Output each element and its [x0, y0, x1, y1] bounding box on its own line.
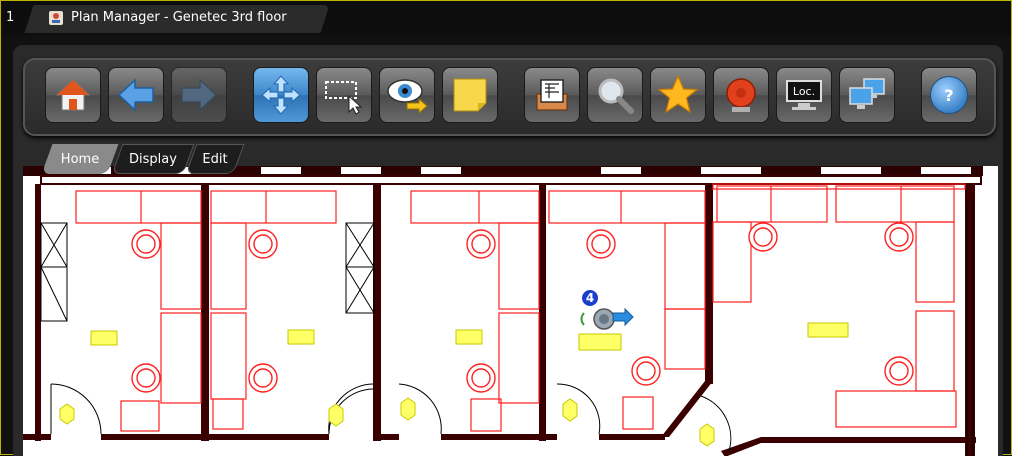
- ribbon-tabs: Home Display Edit: [41, 144, 275, 174]
- layers-button[interactable]: [524, 67, 580, 123]
- tab-display-label: Display: [129, 151, 177, 167]
- monitor-icon: Loc.: [784, 78, 824, 112]
- help-button[interactable]: ?: [921, 67, 977, 123]
- computers-icon: [849, 78, 885, 109]
- back-button[interactable]: [108, 67, 164, 123]
- tab-home-label: Home: [60, 151, 100, 167]
- tab-home[interactable]: Home: [41, 144, 119, 174]
- tab-number: 1: [6, 10, 15, 25]
- forward-button[interactable]: [171, 67, 227, 123]
- home-button[interactable]: [45, 67, 101, 123]
- tab-display[interactable]: Display: [111, 144, 195, 174]
- home-icon: [55, 79, 91, 111]
- magnifier-icon: [598, 78, 634, 114]
- alarm-button[interactable]: [713, 67, 769, 123]
- camera-badge[interactable]: 4: [582, 290, 598, 306]
- help-icon: ?: [930, 76, 968, 114]
- layers-icon: [536, 79, 568, 111]
- arrow-right-icon: [181, 78, 218, 112]
- tab-bar: 1 Plan Manager - Genetec 3rd floor: [1, 1, 1011, 35]
- selection-icon: [325, 81, 363, 115]
- note-button[interactable]: [442, 67, 498, 123]
- tab-edit-label: Edit: [202, 151, 228, 167]
- sticky-note-icon: [453, 78, 487, 112]
- plan-manager-icon: [49, 11, 63, 25]
- arrow-left-icon: [117, 78, 154, 112]
- location-button[interactable]: Loc.: [776, 67, 832, 123]
- camera-device-icon: [580, 307, 634, 330]
- search-button[interactable]: [587, 67, 643, 123]
- favorites-button[interactable]: [650, 67, 706, 123]
- network-button[interactable]: [839, 67, 895, 123]
- view-button[interactable]: [379, 67, 435, 123]
- star-icon: [657, 74, 699, 114]
- plan-manager-window: 1 Plan Manager - Genetec 3rd floor Loc. …: [0, 0, 1012, 456]
- alarm-bell-icon: [726, 78, 756, 112]
- move-icon: [261, 75, 301, 115]
- select-button[interactable]: [316, 67, 372, 123]
- pan-button[interactable]: [253, 67, 309, 123]
- window-title: Plan Manager - Genetec 3rd floor: [71, 10, 287, 25]
- toolbar: Loc. ?: [23, 58, 996, 136]
- floor-plan-drawing: [23, 166, 983, 456]
- location-label: Loc.: [786, 80, 822, 102]
- floor-plan-map[interactable]: 4: [23, 166, 998, 456]
- tab-edit[interactable]: Edit: [185, 144, 245, 174]
- eye-icon: [387, 79, 428, 115]
